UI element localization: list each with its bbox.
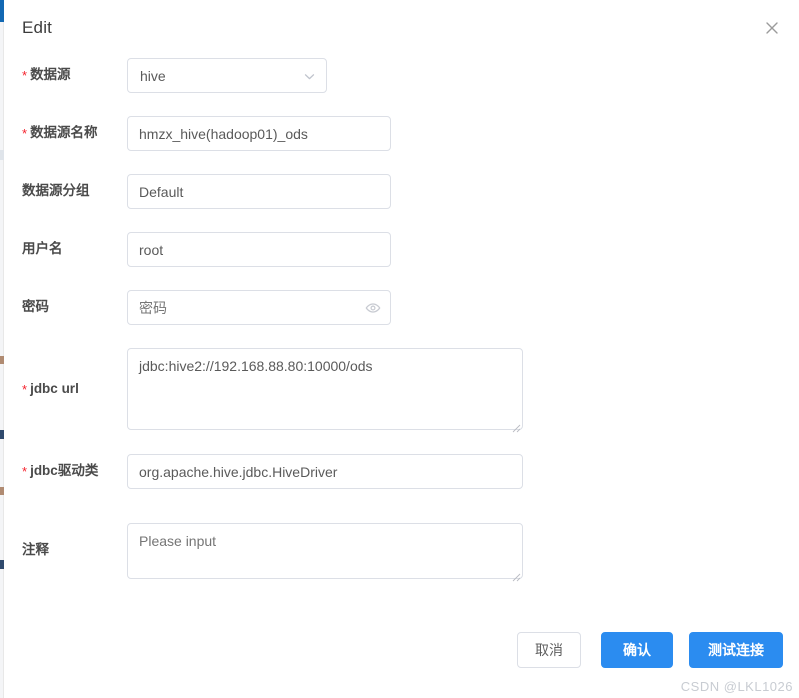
label-username: 用户名 <box>22 241 63 256</box>
sliver-blip-2 <box>0 150 4 160</box>
form-row-jdbc-url: * jdbc url <box>5 348 799 448</box>
datasource-type-value: hive <box>140 68 166 84</box>
dialog-title: Edit <box>22 18 53 37</box>
comment-textarea[interactable] <box>127 523 523 579</box>
confirm-button[interactable]: 确认 <box>601 632 673 668</box>
control-comment <box>127 523 523 584</box>
background-page-sliver <box>0 0 4 698</box>
required-star: * <box>22 464 28 479</box>
close-icon[interactable] <box>763 19 781 37</box>
required-star: * <box>22 126 28 141</box>
control-datasource-type: hive <box>127 58 327 93</box>
test-connection-button[interactable]: 测试连接 <box>689 632 783 668</box>
eye-icon[interactable] <box>365 300 381 316</box>
label-comment: 注释 <box>22 542 49 557</box>
label-datasource-type: * 数据源 <box>22 67 71 83</box>
username-input[interactable] <box>127 232 391 267</box>
control-jdbc-url <box>127 348 523 435</box>
required-star: * <box>22 382 28 397</box>
sliver-blip-3 <box>0 356 4 364</box>
sliver-blip-5 <box>0 487 4 495</box>
required-star: * <box>22 68 28 83</box>
datasource-group-input[interactable] <box>127 174 391 209</box>
form-row-username: 用户名 <box>5 232 799 290</box>
sliver-blip-1 <box>0 0 4 22</box>
label-jdbc-driver: * jdbc驱动类 <box>22 463 99 479</box>
label-jdbc-url: * jdbc url <box>22 381 79 397</box>
jdbc-driver-input[interactable] <box>127 454 523 489</box>
comment-wrapper <box>127 523 523 584</box>
screenshot-root: Edit * 数据源 hive * 数据源名称 hmzx_hive(hadoop… <box>0 0 799 698</box>
control-username <box>127 232 391 267</box>
edit-datasource-dialog: Edit * 数据源 hive * 数据源名称 hmzx_hive(hadoop… <box>5 0 799 698</box>
control-datasource-group <box>127 174 391 209</box>
label-password: 密码 <box>22 299 49 314</box>
label-datasource-group: 数据源分组 <box>22 183 90 198</box>
jdbc-url-textarea[interactable] <box>127 348 523 430</box>
control-datasource-name <box>127 116 391 151</box>
form-row-jdbc-driver: * jdbc驱动类 <box>5 448 799 518</box>
sliver-blip-4 <box>0 430 4 439</box>
jdbc-url-wrapper <box>127 348 523 435</box>
cancel-button[interactable]: 取消 <box>517 632 581 668</box>
label-datasource-name: * 数据源名称 <box>22 125 98 141</box>
datasource-name-input[interactable] <box>127 116 391 151</box>
form-row-datasource-name: * 数据源名称 <box>5 116 799 174</box>
form-row-datasource-type: * 数据源 hive <box>5 58 799 116</box>
csdn-watermark: CSDN @LKL1026 <box>680 679 793 694</box>
form-row-datasource-group: 数据源分组 <box>5 174 799 232</box>
datasource-form: * 数据源 hive * 数据源名称 hmzx_hive(hadoop01)_o… <box>5 58 799 598</box>
form-row-password: 密码 <box>5 290 799 348</box>
control-jdbc-driver <box>127 454 523 489</box>
chevron-down-icon <box>303 70 316 83</box>
password-input[interactable] <box>127 290 391 325</box>
form-row-comment: 注释 <box>5 518 799 598</box>
sliver-blip-6 <box>0 560 4 569</box>
datasource-type-select[interactable]: hive <box>127 58 327 93</box>
password-wrapper <box>127 290 391 325</box>
dialog-header: Edit <box>5 0 799 58</box>
control-password <box>127 290 391 325</box>
